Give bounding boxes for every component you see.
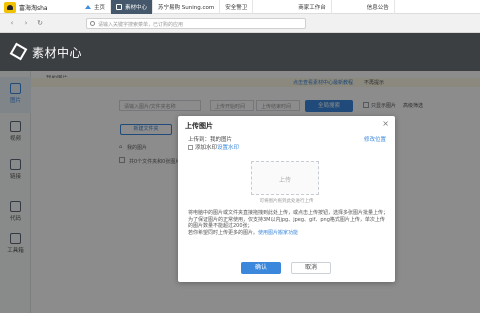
- tab-merchant-workbench[interactable]: 商家工作台: [293, 0, 332, 14]
- tab-announcements-label: 信息公告: [366, 5, 389, 11]
- tab-suning[interactable]: 苏宁易购 Suning.com: [153, 0, 221, 14]
- refresh-icon[interactable]: ↻: [36, 19, 44, 27]
- shop-name[interactable]: 富海淘sha: [19, 3, 48, 12]
- upload-tips: 将电脑中的图片或文件夹直接拖拽到此处上传，或点击上传按钮，选择多张图片批量上传；…: [188, 210, 388, 236]
- confirm-button[interactable]: 确认: [241, 262, 281, 274]
- cancel-button[interactable]: 取消: [291, 262, 331, 274]
- seller-topbar: 富海淘sha 主页 素材中心 苏宁易购 Suning.com 安全警卫 商家工作…: [0, 0, 480, 14]
- tab-home[interactable]: 主页: [80, 0, 112, 14]
- upload-button-label: 上传: [278, 177, 291, 184]
- upload-tip: 为了保证图片的正常使用，仅支持3M以内jpg、jpeg、gif、png格式图片上…: [188, 216, 385, 230]
- app-icon: [116, 4, 123, 10]
- home-icon: [85, 5, 91, 9]
- menu-search-input[interactable]: 请输入关键字搜索菜单，已订购的应用: [86, 18, 306, 29]
- tab-merchant-workbench-label: 商家工作台: [298, 5, 326, 11]
- tab-suning-label: 苏宁易购 Suning.com: [158, 5, 215, 11]
- image-move-link[interactable]: 使用图片搬家功能: [258, 230, 298, 236]
- forward-icon[interactable]: ›: [22, 19, 30, 27]
- tab-security[interactable]: 安全警卫: [220, 0, 254, 14]
- app-tabs: 主页 素材中心 苏宁易购 Suning.com 安全警卫 商家工作台 信息公告: [80, 0, 395, 14]
- tab-announcements[interactable]: 信息公告: [362, 0, 395, 14]
- set-watermark-link[interactable]: 设置水印: [217, 145, 239, 151]
- address-bar: ‹ › ↻ 请输入关键字搜索菜单，已订购的应用: [0, 14, 480, 33]
- tab-security-label: 安全警卫: [225, 5, 248, 11]
- upload-tip: 将电脑中的图片或文件夹直接拖拽到此处上传，或点击上传按钮，选择多张图片批量上传；: [188, 210, 389, 216]
- upload-dropzone[interactable]: 上传: [251, 161, 319, 195]
- shop-avatar[interactable]: [4, 2, 16, 13]
- back-icon[interactable]: ‹: [8, 19, 16, 27]
- search-icon: [90, 21, 95, 26]
- upload-destination: 上传到：我的图片: [188, 137, 233, 143]
- modify-location-link[interactable]: 修改位置: [364, 135, 386, 143]
- cube-logo-icon: [9, 42, 28, 61]
- app-header: 素材中心: [0, 33, 480, 71]
- app-logo-text: 素材中心: [32, 46, 83, 60]
- upload-tip: 若你希望同时上传更多的图片。: [188, 229, 259, 236]
- dropzone-hint: 可将图片拖到此处进行上传: [259, 199, 314, 204]
- watermark-row: 添加水印设置水印: [188, 143, 239, 151]
- upload-image-dialog: 上传图片 × 上传到：我的图片 修改位置 添加水印设置水印 上传 可将图片拖到此…: [178, 116, 395, 282]
- add-watermark-label: 添加水印: [195, 145, 218, 151]
- add-watermark-checkbox[interactable]: [188, 145, 193, 150]
- dialog-title: 上传图片: [185, 122, 213, 130]
- tab-material-center-label: 素材中心: [125, 5, 148, 11]
- close-icon[interactable]: ×: [382, 120, 389, 128]
- tab-material-center[interactable]: 素材中心: [111, 0, 154, 14]
- menu-search-placeholder: 请输入关键字搜索菜单，已订购的应用: [98, 22, 184, 28]
- tab-home-label: 主页: [94, 5, 106, 11]
